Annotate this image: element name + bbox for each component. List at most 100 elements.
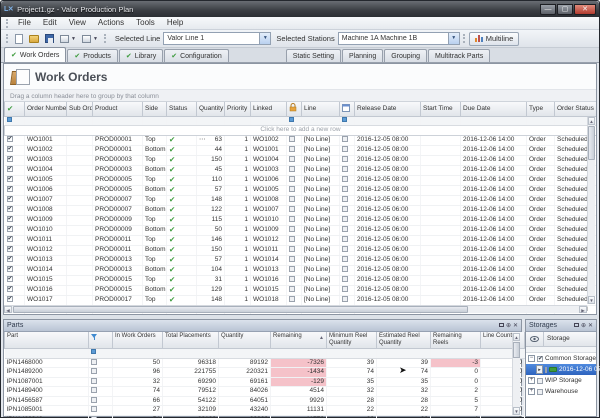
- storage-checkbox[interactable]: [537, 389, 543, 395]
- column-remaining[interactable]: Remaining▲: [271, 332, 327, 349]
- add-row-hint[interactable]: Click here to add a new row: [5, 125, 597, 135]
- row-select-checkbox[interactable]: [7, 236, 13, 242]
- work-order-row[interactable]: WO1008PROD00007Bottom✔1221WO1007[No Line…: [5, 205, 597, 215]
- storage-item-common-storage[interactable]: −Common Storage: [526, 353, 596, 364]
- work-order-row[interactable]: WO1005PROD00005Top✔1101WO1006[No Line]20…: [5, 175, 597, 185]
- row-select-checkbox[interactable]: [7, 136, 13, 142]
- lock-checkbox[interactable]: [289, 206, 295, 212]
- storage-item-warehouse[interactable]: +Warehouse: [526, 386, 596, 397]
- part-row[interactable]: IPN148920096221755220321-1434747400: [5, 368, 525, 378]
- work-order-row[interactable]: WO1015PROD00015Top✔311WO1016[No Line]201…: [5, 275, 597, 285]
- work-order-row[interactable]: WO1017PROD00017Top✔1481WO1018[No Line]20…: [5, 295, 597, 305]
- group-by-bar[interactable]: Drag a column header here to group by th…: [4, 89, 596, 102]
- part-checkbox[interactable]: [91, 406, 97, 412]
- column-total-placements[interactable]: Total Placements: [163, 332, 219, 349]
- tab-library[interactable]: ✔Library: [119, 49, 163, 62]
- lock-checkbox[interactable]: [289, 136, 295, 142]
- part-row[interactable]: IPN14565876654122640519929282850: [5, 396, 525, 406]
- part-checkbox[interactable]: [91, 359, 97, 365]
- calendar-checkbox[interactable]: [342, 276, 348, 282]
- lock-checkbox[interactable]: [289, 196, 295, 202]
- tab-static-setting[interactable]: Static Setting: [286, 49, 341, 62]
- column-order-number[interactable]: Order Number: [25, 102, 67, 116]
- pin-icon[interactable]: ⊕: [506, 323, 511, 329]
- maximize-button[interactable]: ▢: [557, 4, 573, 15]
- auto-filter-row[interactable]: [5, 116, 597, 125]
- work-order-row[interactable]: WO1016PROD00015Bottom✔1291WO1015[No Line…: [5, 285, 597, 295]
- close-icon[interactable]: ✕: [513, 323, 518, 329]
- calendar-checkbox[interactable]: [342, 256, 348, 262]
- filter-cell[interactable]: [271, 349, 327, 359]
- filter-cell[interactable]: [461, 116, 527, 125]
- column-order-status[interactable]: Order Status: [555, 102, 597, 116]
- open-button[interactable]: [27, 34, 41, 44]
- scrollbar-thumb[interactable]: [13, 306, 468, 313]
- column-priority[interactable]: Priority: [225, 102, 251, 116]
- column-product[interactable]: Product: [93, 102, 143, 116]
- work-order-row[interactable]: WO1014PROD00013Bottom✔1041WO1013[No Line…: [5, 265, 597, 275]
- work-order-row[interactable]: WO1007PROD00007Top✔1481WO1008[No Line]20…: [5, 195, 597, 205]
- work-order-row[interactable]: WO1004PROD00003Bottom✔451WO1003[No Line]…: [5, 165, 597, 175]
- close-icon[interactable]: ✕: [588, 323, 593, 329]
- part-checkbox[interactable]: [91, 378, 97, 384]
- filter-cell[interactable]: [89, 349, 113, 359]
- work-order-row[interactable]: WO1001PROD00001Top✔⋯631WO1002[No Line]20…: [5, 135, 597, 145]
- lock-checkbox[interactable]: [289, 266, 295, 272]
- filter-cell[interactable]: [143, 116, 167, 125]
- work-order-row[interactable]: WO1003PROD00003Top✔1501WO1004[No Line]20…: [5, 155, 597, 165]
- row-select-checkbox[interactable]: [7, 276, 13, 282]
- column-start-time[interactable]: Start Time: [421, 102, 461, 116]
- ellipsis-editor-icon[interactable]: ⋯: [199, 136, 207, 144]
- tab-configuration[interactable]: ✔Configuration: [164, 49, 229, 62]
- filter-cell[interactable]: [163, 349, 219, 359]
- collapse-icon[interactable]: −: [528, 355, 535, 362]
- lock-checkbox[interactable]: [289, 256, 295, 262]
- storage-column-header[interactable]: Storage: [544, 332, 596, 346]
- multiline-button[interactable]: Multiline: [469, 32, 520, 46]
- filter-cell[interactable]: [219, 349, 271, 359]
- filter-cell[interactable]: [377, 349, 431, 359]
- expand-icon[interactable]: +: [528, 388, 535, 395]
- work-order-row[interactable]: WO1013PROD00013Top✔571WO1014[No Line]201…: [5, 255, 597, 265]
- scroll-up-icon[interactable]: ▲: [588, 117, 595, 125]
- part-checkbox[interactable]: [91, 368, 97, 374]
- scrollbar-thumb[interactable]: [588, 126, 595, 160]
- filter-cell[interactable]: [25, 116, 67, 125]
- grid-dropdown-button-1[interactable]: ▼: [58, 34, 78, 44]
- row-select-checkbox[interactable]: [7, 266, 13, 272]
- filter-cell[interactable]: [5, 116, 25, 125]
- menu-actions[interactable]: Actions: [92, 17, 130, 29]
- calendar-checkbox[interactable]: [342, 216, 348, 222]
- row-select-checkbox[interactable]: [7, 166, 13, 172]
- scroll-left-icon[interactable]: ◀: [4, 306, 12, 313]
- filter-cell[interactable]: [197, 116, 225, 125]
- lock-checkbox[interactable]: [289, 276, 295, 282]
- column-part[interactable]: Part: [5, 332, 89, 349]
- column-line[interactable]: Line: [302, 102, 340, 116]
- auto-filter-row[interactable]: [5, 349, 525, 359]
- work-order-row[interactable]: WO1012PROD00011Bottom✔1501WO1011[No Line…: [5, 245, 597, 255]
- filter-cell[interactable]: [527, 116, 555, 125]
- filter-cell[interactable]: [93, 116, 143, 125]
- column-side[interactable]: Side: [143, 102, 167, 116]
- filter-cell[interactable]: [225, 116, 251, 125]
- scrollbar-thumb[interactable]: [513, 342, 520, 358]
- column-in-work-orders[interactable]: In Work Orders: [113, 332, 163, 349]
- menu-tools[interactable]: Tools: [130, 17, 161, 29]
- filter-cell[interactable]: [167, 116, 197, 125]
- calendar-checkbox[interactable]: [342, 186, 348, 192]
- storage-checkbox[interactable]: [537, 356, 543, 362]
- storage-item-2016-12-06-07-00[interactable]: ▸2016-12-06 07:00: [526, 364, 596, 375]
- filter-cell[interactable]: [67, 116, 93, 125]
- work-order-row[interactable]: WO1006PROD00005Bottom✔571WO1005[No Line]…: [5, 185, 597, 195]
- lock-checkbox[interactable]: [289, 186, 295, 192]
- part-row[interactable]: IPN108500127321094324011131222270: [5, 406, 525, 416]
- filter-cell[interactable]: [302, 116, 340, 125]
- combo-dropdown-icon[interactable]: ▼: [448, 33, 459, 44]
- row-select-checkbox[interactable]: [7, 186, 13, 192]
- column-due-date[interactable]: Due Date: [461, 102, 527, 116]
- filter-cell[interactable]: [421, 116, 461, 125]
- row-select-checkbox[interactable]: [7, 156, 13, 162]
- restore-panel-icon[interactable]: [574, 323, 579, 329]
- selected-stations-combo[interactable]: Machine 1A Machine 1B ▼: [338, 32, 460, 45]
